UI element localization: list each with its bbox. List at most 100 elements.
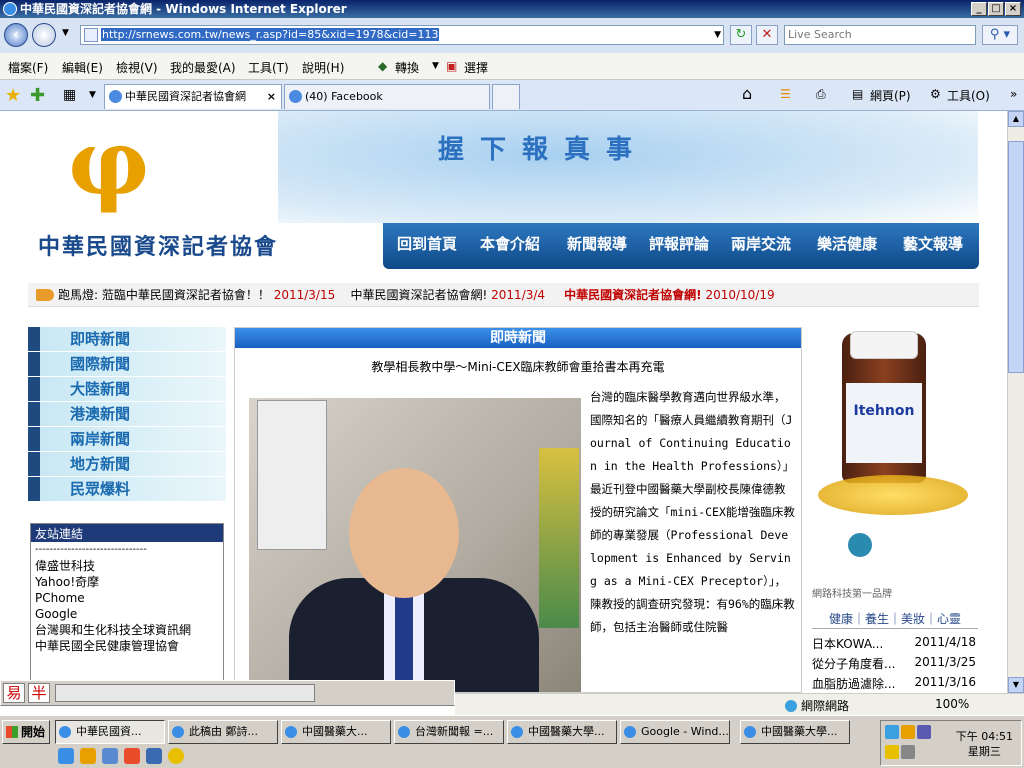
- favorites-star-icon[interactable]: ★: [5, 85, 21, 106]
- brand-logo-icon[interactable]: [848, 533, 872, 557]
- menu-favorites[interactable]: 我的最愛(A): [170, 59, 236, 76]
- nav-about[interactable]: 本會介紹: [480, 233, 540, 254]
- quicklaunch-outlook-icon[interactable]: [80, 748, 96, 764]
- clock[interactable]: 下午 04:51 星期三: [956, 729, 1013, 759]
- nav-cross-strait[interactable]: 兩岸交流: [731, 233, 791, 254]
- friend-links-box: 友站連結 ------------------------------- 偉盛世…: [30, 523, 224, 693]
- maximize-button[interactable]: □: [988, 2, 1004, 16]
- home-icon[interactable]: ⌂: [742, 84, 752, 103]
- friend-link[interactable]: 中華民國全民健康管理協會: [31, 638, 223, 654]
- address-dropdown-icon[interactable]: ▼: [714, 26, 721, 44]
- vertical-scrollbar[interactable]: ▲ ▼: [1007, 111, 1024, 693]
- taskbar-item[interactable]: 中華民國資...: [55, 720, 165, 744]
- close-window-button[interactable]: ×: [1005, 2, 1021, 16]
- tools-menu-button[interactable]: 工具(O): [947, 87, 990, 104]
- select-button[interactable]: 選擇: [464, 59, 488, 76]
- friend-link[interactable]: Yahoo!奇摩: [31, 574, 223, 590]
- category-cross-strait[interactable]: 兩岸新聞: [28, 427, 226, 451]
- shield-icon[interactable]: [885, 745, 899, 759]
- print-icon[interactable]: ⎙: [816, 87, 826, 102]
- nav-home[interactable]: 回到首頁: [397, 233, 457, 254]
- menu-edit[interactable]: 編輯(E): [62, 59, 103, 76]
- site-logo[interactable]: φ: [68, 113, 158, 213]
- tab-srnews[interactable]: 中華民國資深記者協會網 ×: [104, 84, 282, 109]
- feeds-icon[interactable]: ☰: [780, 87, 791, 101]
- category-realtime[interactable]: 即時新聞: [28, 327, 226, 351]
- convert-button[interactable]: 轉換: [395, 59, 419, 76]
- menu-view[interactable]: 檢視(V): [116, 59, 158, 76]
- capsules-image: [818, 475, 968, 515]
- friend-link[interactable]: PChome: [31, 590, 223, 606]
- friend-links-divider: -------------------------------: [35, 544, 147, 555]
- quicklaunch-desktop-icon[interactable]: [102, 748, 118, 764]
- minimize-button[interactable]: _: [971, 2, 987, 16]
- quicklaunch-media-icon[interactable]: [168, 748, 184, 764]
- menu-help[interactable]: 說明(H): [302, 59, 344, 76]
- scroll-thumb[interactable]: [1008, 141, 1024, 373]
- taskbar-item[interactable]: 中國醫藥大學...: [740, 720, 850, 744]
- quick-tabs-icon[interactable]: ▦: [63, 87, 76, 103]
- network-icon[interactable]: [885, 725, 899, 739]
- friend-link[interactable]: 偉盛世科技: [31, 558, 223, 574]
- friend-link[interactable]: 台灣興和生化科技全球資訊網: [31, 622, 223, 638]
- ad-category-tabs[interactable]: 健康｜養生｜美妝｜心靈: [812, 609, 978, 629]
- nav-health[interactable]: 樂活健康: [817, 233, 877, 254]
- history-dropdown-icon[interactable]: ▼: [62, 28, 69, 38]
- ad-list-item[interactable]: 血脂肪過濾除... 2011/3/16: [812, 675, 978, 693]
- taskbar-item[interactable]: 台灣新聞報 =...: [394, 720, 504, 744]
- back-button[interactable]: ‹: [4, 23, 28, 47]
- page-menu-button[interactable]: 網頁(P): [870, 87, 911, 104]
- person-face: [349, 468, 459, 598]
- menu-tools[interactable]: 工具(T): [248, 59, 289, 76]
- ticker-item[interactable]: 中華民國資深記者協會網!: [351, 288, 488, 302]
- chevron-more-icon[interactable]: »: [1010, 87, 1017, 101]
- nav-review[interactable]: 評報評論: [649, 233, 709, 254]
- menu-bar: 檔案(F) 編輯(E) 檢視(V) 我的最愛(A) 工具(T) 說明(H) ◆ …: [0, 53, 1024, 80]
- tray-app-icon[interactable]: [917, 725, 931, 739]
- tab-facebook[interactable]: (40) Facebook: [284, 84, 490, 109]
- friend-link[interactable]: Google: [31, 606, 223, 622]
- stop-button[interactable]: ✕: [756, 25, 778, 45]
- quicklaunch-messenger-icon[interactable]: [124, 748, 140, 764]
- ad-list-item[interactable]: 日本KOWA... 2011/4/18: [812, 635, 978, 653]
- ticker-item[interactable]: 蒞臨中華民國資深記者協會！！: [102, 288, 270, 302]
- lock-icon[interactable]: [901, 745, 915, 759]
- convert-dropdown-icon[interactable]: ▼: [432, 61, 439, 71]
- add-favorite-icon[interactable]: ✚: [30, 85, 45, 106]
- category-citizen-report[interactable]: 民眾爆料: [28, 477, 226, 501]
- nav-news[interactable]: 新聞報導: [567, 233, 627, 254]
- ime-mode-key[interactable]: 易: [3, 683, 25, 703]
- scroll-up-icon[interactable]: ▲: [1008, 111, 1024, 127]
- new-tab-button[interactable]: [492, 84, 520, 109]
- supplement-bottle-image[interactable]: Itehnon: [842, 331, 926, 483]
- quicklaunch-ie-icon[interactable]: [58, 748, 74, 764]
- forward-button[interactable]: ›: [32, 23, 56, 47]
- scroll-down-icon[interactable]: ▼: [1008, 677, 1024, 693]
- category-mainland[interactable]: 大陸新聞: [28, 377, 226, 401]
- ad-list-item[interactable]: 從分子角度看... 2011/3/25: [812, 655, 978, 673]
- ticker-item[interactable]: 中華民國資深記者協會網!: [564, 288, 701, 302]
- taskbar-item[interactable]: 中國醫藥大學...: [507, 720, 617, 744]
- tab-list-dropdown-icon[interactable]: ▼: [89, 90, 96, 100]
- address-bar[interactable]: http://srnews.com.tw/news_r.asp?id=85&xi…: [80, 25, 724, 45]
- menu-file[interactable]: 檔案(F): [8, 59, 48, 76]
- start-button[interactable]: 開始: [2, 720, 50, 744]
- taskbar-item[interactable]: 此稿由 鄭詩...: [168, 720, 278, 744]
- category-local[interactable]: 地方新聞: [28, 452, 226, 476]
- search-go-button[interactable]: ⚲ ▾: [982, 25, 1018, 45]
- refresh-button[interactable]: ↻: [730, 25, 752, 45]
- taskbar-item[interactable]: 中國醫藥大...: [281, 720, 391, 744]
- search-input[interactable]: Live Search: [784, 25, 976, 45]
- tab-label: 中華民國資深記者協會網: [125, 90, 246, 103]
- category-hk-macau[interactable]: 港澳新聞: [28, 402, 226, 426]
- taskbar-item[interactable]: Google - Wind...: [620, 720, 730, 744]
- ime-width-key[interactable]: 半: [28, 683, 50, 703]
- close-tab-icon[interactable]: ×: [267, 85, 276, 109]
- category-international[interactable]: 國際新聞: [28, 352, 226, 376]
- nav-arts[interactable]: 藝文報導: [903, 233, 963, 254]
- zoom-level[interactable]: 100%: [935, 697, 969, 711]
- taskbar-item-label: Google - Wind...: [641, 725, 729, 738]
- ticker-date: 2011/3/4: [491, 288, 546, 302]
- volume-icon[interactable]: [901, 725, 915, 739]
- quicklaunch-app-icon[interactable]: [146, 748, 162, 764]
